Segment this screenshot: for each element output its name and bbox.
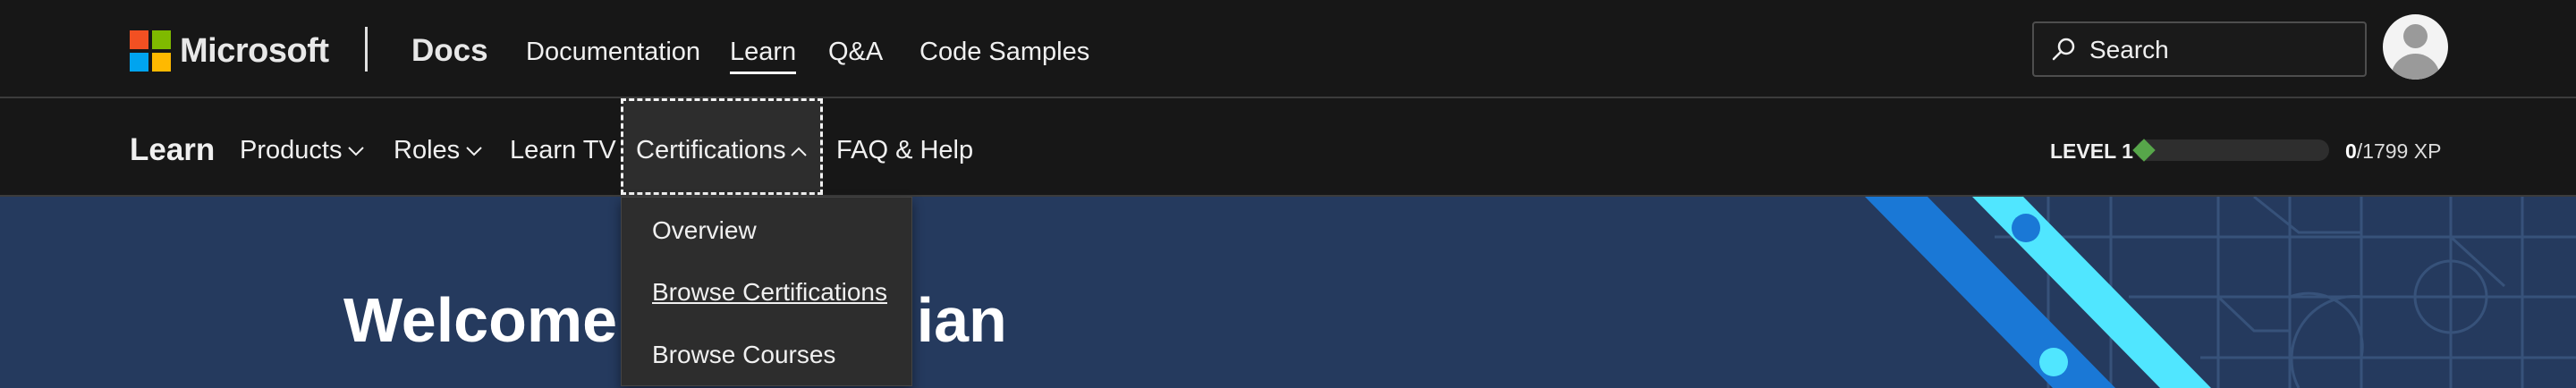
subnav-roles[interactable]: Roles bbox=[394, 132, 483, 168]
menu-item-browse-courses[interactable]: Browse Courses bbox=[652, 338, 835, 372]
menu-item-overview[interactable]: Overview bbox=[652, 214, 757, 248]
subnav-roles-label: Roles bbox=[394, 136, 461, 164]
certifications-dropdown-menu: Overview Browse Certifications Browse Co… bbox=[621, 197, 912, 386]
microsoft-brand[interactable]: Microsoft bbox=[180, 30, 329, 72]
chevron-down-icon bbox=[466, 147, 482, 156]
subnav-faq-help-label: FAQ & Help bbox=[836, 136, 974, 164]
learn-subnav: Learn Products Roles Learn TV Certificat… bbox=[0, 98, 2576, 197]
xp-current: 0 bbox=[2345, 139, 2357, 163]
xp-counter: 0/1799 XP bbox=[2345, 138, 2441, 164]
xp-progress-bar bbox=[2136, 139, 2329, 161]
menu-item-browse-certifications[interactable]: Browse Certifications bbox=[652, 275, 887, 309]
nav-documentation[interactable]: Documentation bbox=[526, 34, 700, 70]
subnav-products-label: Products bbox=[240, 136, 343, 164]
search-input[interactable]: Search bbox=[2032, 21, 2367, 77]
chevron-up-icon bbox=[791, 147, 807, 156]
subnav-certifications[interactable]: Certifications bbox=[621, 98, 823, 195]
subnav-certifications-label: Certifications bbox=[636, 136, 786, 164]
level-label: LEVEL 1 bbox=[2050, 139, 2133, 163]
docs-title[interactable]: Docs bbox=[411, 30, 488, 72]
learn-brand[interactable]: Learn bbox=[130, 131, 215, 170]
hero-banner: Welcome Charles Jian bbox=[0, 197, 2576, 388]
nav-learn[interactable]: Learn bbox=[730, 34, 797, 74]
nav-code-samples[interactable]: Code Samples bbox=[919, 34, 1089, 70]
nav-qa[interactable]: Q&A bbox=[828, 34, 883, 70]
subnav-learn-tv-label: Learn TV bbox=[510, 136, 616, 164]
chevron-down-icon bbox=[348, 147, 365, 156]
search-placeholder: Search bbox=[2089, 36, 2169, 63]
global-header: Microsoft Docs Documentation Learn Q&A C… bbox=[0, 0, 2576, 98]
search-icon bbox=[2052, 38, 2075, 61]
user-avatar-icon[interactable] bbox=[2383, 14, 2448, 80]
xp-total: /1799 XP bbox=[2356, 139, 2442, 163]
subnav-products[interactable]: Products bbox=[240, 132, 365, 168]
header-divider bbox=[365, 27, 368, 72]
subnav-faq-help[interactable]: FAQ & Help bbox=[836, 132, 973, 168]
subnav-learn-tv[interactable]: Learn TV bbox=[510, 132, 616, 168]
microsoft-logo-icon[interactable] bbox=[130, 30, 171, 72]
